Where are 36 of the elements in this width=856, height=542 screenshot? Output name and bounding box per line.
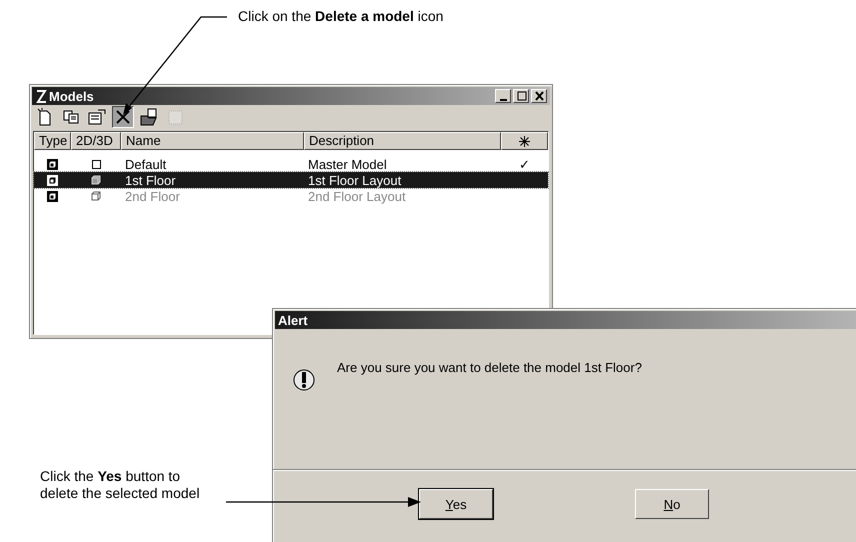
model-description: 2nd Floor Layout xyxy=(307,188,407,204)
column-header[interactable]: 2D/3D xyxy=(71,132,121,150)
model-description: Master Model xyxy=(307,156,388,172)
model-row[interactable]: Default Master Model ✓ xyxy=(34,156,548,172)
model-type-icon xyxy=(47,190,58,202)
asterisk-icon xyxy=(519,136,530,146)
cube-icon xyxy=(91,175,101,185)
model-name: 1st Floor xyxy=(124,172,177,188)
minimize-icon xyxy=(500,98,506,100)
instruction-text: Click the Yes button to delete the selected model xyxy=(40,468,201,502)
maximize-button[interactable] xyxy=(513,89,529,103)
square-icon xyxy=(92,160,100,168)
active-check: ✓ xyxy=(519,156,530,172)
cancel-button[interactable]: No xyxy=(635,489,709,519)
exclamation-icon xyxy=(293,368,315,392)
window-title: Models xyxy=(49,88,95,104)
alert-message: Are you sure you want to delete the model 1st Floor? xyxy=(337,360,642,377)
model-row[interactable]: 1st Floor 1st Floor Layout xyxy=(34,172,548,188)
cube-icon xyxy=(91,191,101,201)
confirm-button[interactable]: Yes xyxy=(419,489,493,519)
model-description: 1st Floor Layout xyxy=(307,172,402,188)
minimize-button[interactable] xyxy=(495,89,511,103)
dialog-title: Alert xyxy=(278,312,309,328)
model-name: 2nd Floor xyxy=(124,188,181,204)
model-type-icon xyxy=(47,158,58,170)
model-type-icon xyxy=(47,174,58,186)
column-header[interactable]: Name xyxy=(121,132,304,150)
maximize-icon xyxy=(516,91,526,101)
instruction-text: Click on the Delete a model icon xyxy=(238,8,444,25)
delete-icon[interactable] xyxy=(112,106,134,128)
model-name: Default xyxy=(124,156,168,172)
column-header[interactable]: Description xyxy=(304,132,501,150)
close-icon xyxy=(534,91,544,101)
close-button[interactable] xyxy=(531,89,547,103)
app-logo-icon xyxy=(35,90,47,102)
column-header[interactable]: Type xyxy=(34,132,71,150)
